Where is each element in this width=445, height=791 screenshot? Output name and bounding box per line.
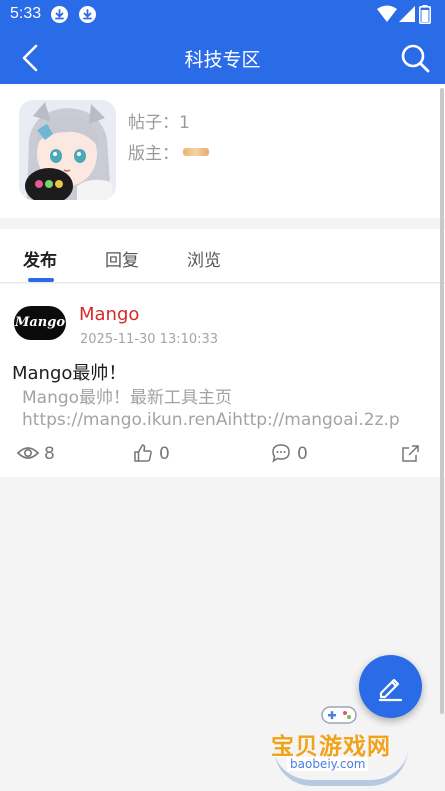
system-icons — [377, 5, 437, 25]
tab-publish[interactable]: 发布 — [23, 246, 57, 271]
tab-bar: 发布 回复 浏览 — [0, 229, 445, 283]
post-count: 帖子：1 — [128, 113, 190, 133]
wifi-icon — [377, 5, 397, 22]
battery-icon — [419, 5, 431, 24]
watermark-url: baobeiy.com — [287, 757, 369, 771]
comments-count: 0 — [297, 444, 308, 464]
post-excerpt-line: Mango最帅！最新工具主页 — [22, 388, 233, 408]
pen-icon — [378, 678, 403, 702]
likes-count: 0 — [159, 444, 170, 464]
thumbs-up-icon — [134, 444, 152, 462]
comment-icon — [272, 444, 290, 463]
page-title: 科技专区 — [184, 49, 261, 71]
tab-reply[interactable]: 回复 — [105, 246, 139, 271]
download-icon — [79, 6, 96, 23]
gamepad-icon — [321, 706, 357, 724]
eye-icon — [17, 447, 39, 459]
search-button[interactable] — [399, 42, 431, 74]
post-excerpt[interactable]: Mango最帅！最新工具主页 https://mango.ikun.renAih… — [22, 387, 436, 431]
moderator-badge[interactable] — [183, 148, 209, 156]
moderator-row: 版主： — [128, 139, 209, 164]
app-bar: 科技专区 — [0, 30, 445, 84]
tab-indicator — [28, 278, 54, 282]
download-icon — [51, 6, 68, 23]
post-card[interactable]: Mango Mango 2025-11-30 13:10:33 Mango最帅！… — [0, 284, 445, 477]
tab-browse[interactable]: 浏览 — [187, 246, 221, 271]
post-time: 2025-11-30 13:10:33 — [80, 332, 219, 347]
views-count: 8 — [44, 444, 55, 464]
post-excerpt-line: https://mango.ikun.renAihttp://mangoai.2… — [22, 410, 400, 430]
forum-avatar — [19, 100, 116, 200]
share-button[interactable] — [400, 444, 420, 464]
forum-header: 帖子：1 版主： — [0, 84, 445, 218]
site-watermark: 宝贝游戏网 baobeiy.com — [262, 700, 422, 788]
author-avatar[interactable]: Mango — [14, 306, 66, 340]
watermark-text: 宝贝游戏网 — [271, 734, 391, 760]
share-icon — [402, 445, 419, 462]
author-name[interactable]: Mango — [79, 304, 139, 325]
moderator-label: 版主： — [128, 144, 179, 164]
status-bar: 5:33 — [0, 0, 445, 30]
author-avatar-text: Mango — [14, 315, 66, 330]
post-title[interactable]: Mango最帅！ — [12, 359, 126, 385]
scrollbar[interactable] — [440, 88, 444, 714]
search-icon — [401, 44, 430, 73]
status-time: 5:33 — [10, 5, 42, 22]
signal-icon — [399, 6, 415, 22]
